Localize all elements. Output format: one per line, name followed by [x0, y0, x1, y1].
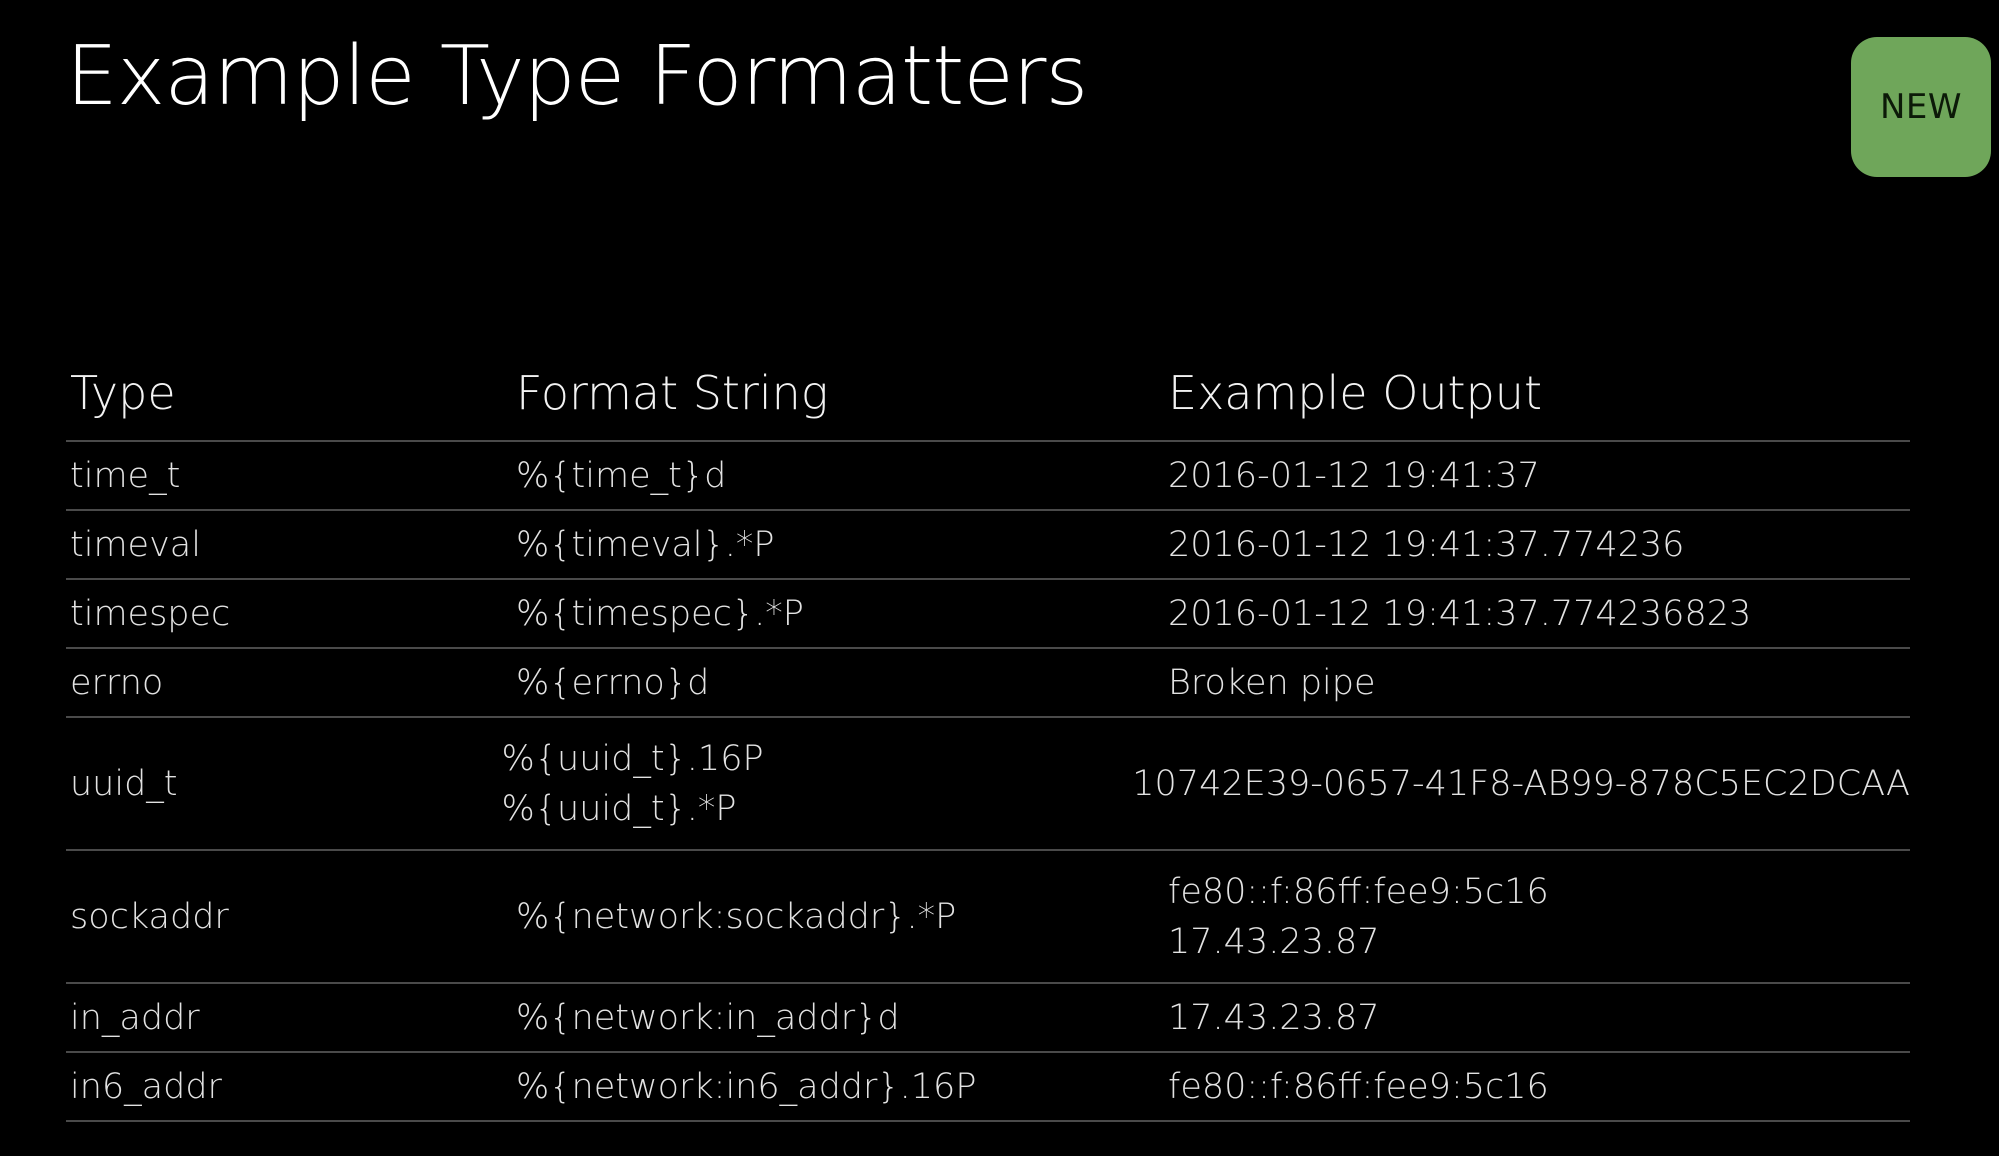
new-badge: NEW	[1851, 37, 1991, 177]
table-row-time-t: time_t %{time_t}d 2016-01-12 19:41:37	[66, 442, 1910, 511]
format-cell: %{network:in_addr}d	[516, 993, 1168, 1043]
format-line: %{network:in_addr}d	[516, 997, 900, 1038]
format-line: %{timeval}.*P	[516, 524, 775, 565]
output-line: 2016-01-12 19:41:37.774236823	[1168, 593, 1752, 634]
table-row-sockaddr: sockaddr %{network:sockaddr}.*P fe80::f:…	[66, 851, 1910, 984]
header-example-output: Example Output	[1168, 366, 1542, 420]
output-line: fe80::f:86ff:fee9:5c16	[1168, 871, 1549, 912]
type-cell: in6_addr	[70, 1066, 222, 1107]
format-line: %{uuid_t}.*P	[501, 788, 737, 829]
output-line: fe80::f:86ff:fee9:5c16	[1168, 1066, 1549, 1107]
table-row-timeval: timeval %{timeval}.*P 2016-01-12 19:41:3…	[66, 511, 1910, 580]
output-cell: fe80::f:86ff:fee9:5c16	[1168, 1062, 1910, 1112]
output-line: Broken pipe	[1168, 662, 1376, 703]
header-format-string: Format String	[516, 366, 829, 420]
output-cell: 17.43.23.87	[1168, 993, 1910, 1043]
table-row-uuid-t: uuid_t %{uuid_t}.16P %{uuid_t}.*P 10742E…	[66, 718, 1910, 851]
format-cell: %{network:sockaddr}.*P	[516, 892, 1168, 942]
type-cell: timeval	[70, 524, 201, 565]
type-cell: uuid_t	[70, 763, 178, 804]
format-cell: %{uuid_t}.16P %{uuid_t}.*P	[501, 734, 1132, 834]
slide-title: Example Type Formatters	[66, 29, 1088, 124]
table-row-in-addr: in_addr %{network:in_addr}d 17.43.23.87	[66, 984, 1910, 1053]
header-type: Type	[70, 366, 176, 420]
output-cell: 2016-01-12 19:41:37	[1168, 451, 1910, 501]
table-row-timespec: timespec %{timespec}.*P 2016-01-12 19:41…	[66, 580, 1910, 649]
type-cell: errno	[70, 662, 164, 703]
output-line: 17.43.23.87	[1168, 921, 1380, 962]
format-cell: %{errno}d	[516, 658, 1168, 708]
formatter-table: Type Format String Example Output time_t…	[66, 348, 1910, 1122]
format-cell: %{network:in6_addr}.16P	[516, 1062, 1168, 1112]
format-line: %{network:sockaddr}.*P	[516, 896, 957, 937]
type-cell: sockaddr	[70, 896, 229, 937]
output-cell: 10742E39-0657-41F8-AB99-878C5EC2DCAA	[1132, 759, 1910, 809]
output-cell: Broken pipe	[1168, 658, 1910, 708]
type-cell: in_addr	[70, 997, 200, 1038]
output-line: 10742E39-0657-41F8-AB99-878C5EC2DCAA	[1132, 763, 1910, 804]
output-line: 2016-01-12 19:41:37	[1168, 455, 1540, 496]
output-cell: 2016-01-12 19:41:37.774236823	[1168, 589, 1910, 639]
table-row-in6-addr: in6_addr %{network:in6_addr}.16P fe80::f…	[66, 1053, 1910, 1122]
format-line: %{errno}d	[516, 662, 710, 703]
table-row-errno: errno %{errno}d Broken pipe	[66, 649, 1910, 718]
output-line: 17.43.23.87	[1168, 997, 1380, 1038]
output-cell: fe80::f:86ff:fee9:5c16 17.43.23.87	[1168, 867, 1910, 967]
format-line: %{time_t}d	[516, 455, 727, 496]
format-line: %{network:in6_addr}.16P	[516, 1066, 977, 1107]
table-header: Type Format String Example Output	[66, 348, 1910, 442]
format-line: %{uuid_t}.16P	[501, 738, 764, 779]
output-line: 2016-01-12 19:41:37.774236	[1168, 524, 1685, 565]
output-cell: 2016-01-12 19:41:37.774236	[1168, 520, 1910, 570]
format-cell: %{timespec}.*P	[516, 589, 1168, 639]
new-badge-label: NEW	[1879, 87, 1963, 127]
format-cell: %{time_t}d	[516, 451, 1168, 501]
format-cell: %{timeval}.*P	[516, 520, 1168, 570]
type-cell: timespec	[70, 593, 231, 634]
type-cell: time_t	[70, 455, 181, 496]
format-line: %{timespec}.*P	[516, 593, 804, 634]
